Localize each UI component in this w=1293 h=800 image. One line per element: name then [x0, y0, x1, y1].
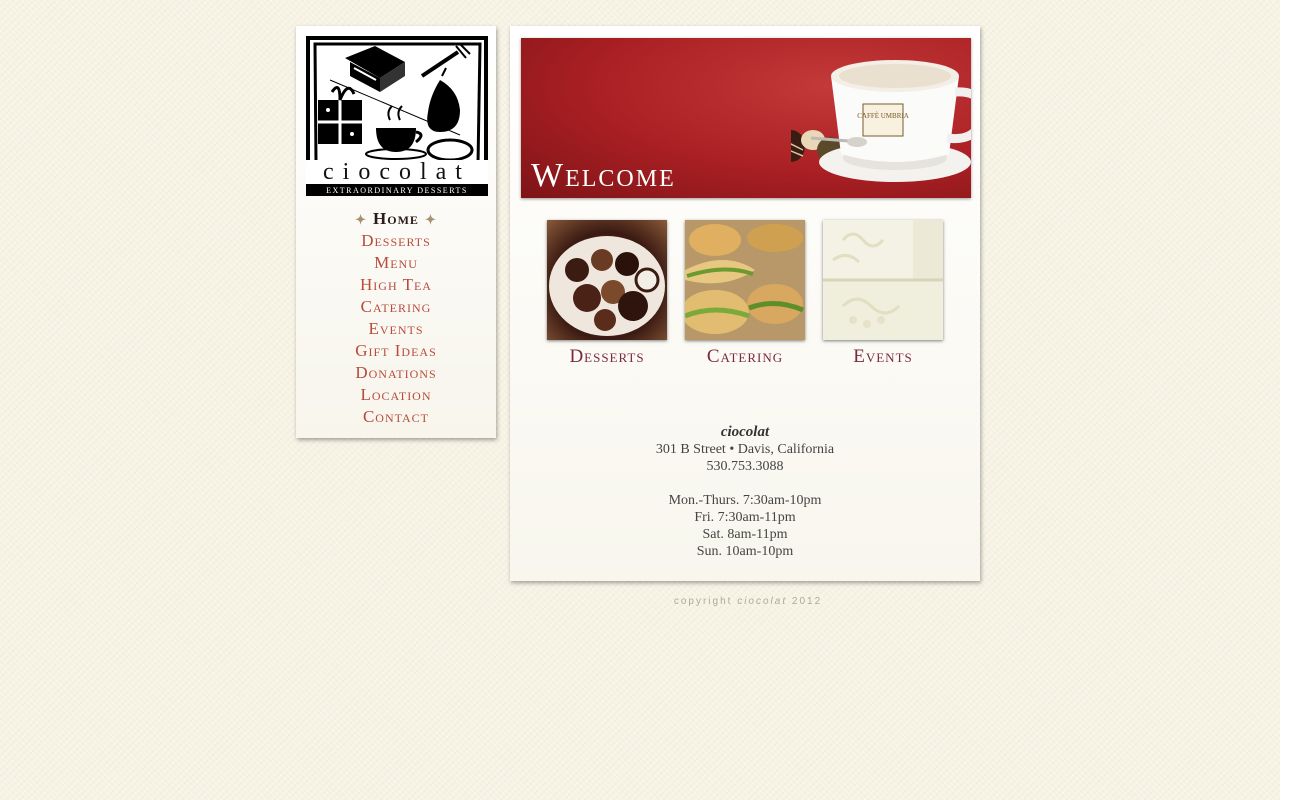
- phone-number: 530.753.3088: [706, 459, 784, 474]
- nav-item-label: Home: [373, 209, 419, 228]
- nav-item-label: Events: [368, 319, 424, 338]
- nav-item-catering[interactable]: Catering: [296, 296, 496, 318]
- sidebar: ciocolat EXTRAORDINARY DESSERTS ✦ Home ✦ D…: [296, 26, 496, 438]
- coffee-cup-illustration: CAFFÈ UMBRIA: [791, 60, 971, 182]
- logo-dessert-icons: [313, 42, 482, 166]
- logo-tagline: EXTRAORDINARY DESSERTS: [326, 186, 468, 195]
- tile-catering[interactable]: Catering: [681, 220, 806, 380]
- chocolates-image: [549, 236, 665, 336]
- main-nav: ✦ Home ✦ Desserts Menu High Tea Catering E…: [296, 208, 496, 428]
- hours-line: Sat. 8am-11pm: [702, 527, 788, 542]
- tile-label: Desserts: [569, 346, 645, 367]
- logo-wordmark: ciocolat: [306, 160, 488, 184]
- desserts-photo: [547, 220, 667, 340]
- nav-item-label: Catering: [360, 297, 432, 316]
- copyright-brand: ciocolat: [737, 596, 788, 607]
- cup-brand-text: CAFFÈ UMBRIA: [857, 112, 909, 120]
- hours-line: Fri. 7:30am-11pm: [694, 510, 796, 525]
- logo-illustration: [310, 40, 484, 168]
- contact-info: ciocolat 301 B Street • Davis, Californi…: [510, 424, 980, 560]
- address: 301 B Street • Davis, California: [655, 442, 835, 457]
- nav-item-desserts[interactable]: Desserts: [296, 230, 496, 252]
- main-panel: CAFFÈ UMBRIA Welcome Desserts Catering E…: [510, 26, 980, 581]
- nav-item-label: Location: [360, 385, 432, 404]
- nav-item-label: Contact: [362, 407, 430, 426]
- leaf-ornament-icon: ✦: [424, 212, 437, 227]
- nav-item-donations[interactable]: Donations: [296, 362, 496, 384]
- hours-line: Sun. 10am-10pm: [696, 544, 794, 559]
- sandwiches-image: [681, 220, 805, 340]
- nav-item-label: Donations: [355, 363, 437, 382]
- nav-item-high-tea[interactable]: High Tea: [296, 274, 496, 296]
- tile-label: Catering: [706, 346, 784, 367]
- brand-name: ciocolat: [720, 424, 770, 440]
- welcome-banner: CAFFÈ UMBRIA Welcome: [521, 38, 971, 198]
- tile-events[interactable]: Events: [822, 220, 944, 380]
- nav-item-label: High Tea: [360, 275, 432, 294]
- welcome-title: Welcome: [531, 157, 676, 194]
- leaf-ornament-icon: ✦: [355, 212, 368, 227]
- ciocolat-logo[interactable]: ciocolat EXTRAORDINARY DESSERTS: [306, 36, 488, 196]
- copyright-year: 2012: [791, 596, 823, 607]
- page-edge: [1280, 0, 1293, 800]
- events-photo: [823, 220, 943, 340]
- nav-item-label: Desserts: [361, 231, 431, 250]
- nav-item-contact[interactable]: Contact: [296, 406, 496, 428]
- wedding-cake-image: [823, 220, 943, 340]
- copyright-footer: copyright ciocolat 2012: [510, 596, 986, 607]
- catering-photo: [681, 220, 805, 340]
- copyright-prefix: copyright: [673, 596, 733, 607]
- nav-item-home[interactable]: ✦ Home ✦: [296, 208, 496, 230]
- nav-item-label: Menu: [374, 253, 418, 272]
- nav-item-location[interactable]: Location: [296, 384, 496, 406]
- tile-desserts[interactable]: Desserts: [546, 220, 668, 380]
- hours-line: Mon.-Thurs. 7:30am-10pm: [668, 493, 822, 508]
- nav-item-menu[interactable]: Menu: [296, 252, 496, 274]
- nav-item-label: Gift Ideas: [355, 341, 437, 360]
- feature-tiles: Desserts Catering Events: [546, 220, 946, 380]
- nav-item-events[interactable]: Events: [296, 318, 496, 340]
- nav-item-gift-ideas[interactable]: Gift Ideas: [296, 340, 496, 362]
- tile-label: Events: [853, 346, 913, 367]
